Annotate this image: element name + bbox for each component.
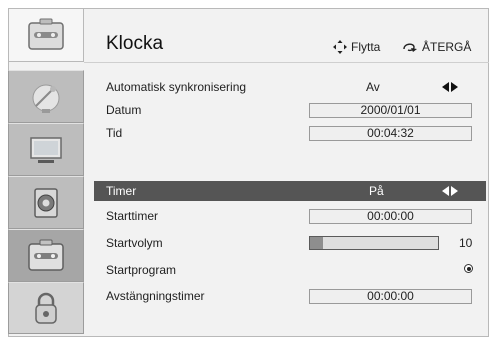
header-divider <box>84 62 489 63</box>
start-volume-slider[interactable] <box>309 236 439 250</box>
start-volume-row[interactable]: Startvolym 10 <box>94 233 486 253</box>
timer-row[interactable]: Timer På <box>94 181 486 201</box>
monitor-icon <box>30 136 62 163</box>
off-timer-label: Avstängningstimer <box>106 289 205 303</box>
off-timer-field[interactable]: 00:00:00 <box>309 289 472 304</box>
start-program-radio[interactable] <box>464 264 473 273</box>
settings-icon <box>28 239 64 271</box>
settings-icon <box>28 18 64 50</box>
sidebar-item-channel[interactable] <box>8 70 84 123</box>
sidebar-item-picture[interactable] <box>8 123 84 176</box>
sidebar-item-settings[interactable] <box>8 229 84 282</box>
date-field: 2000/01/01 <box>309 103 472 118</box>
auto-sync-label: Automatisk synkronisering <box>106 80 247 94</box>
date-row: Datum 2000/01/01 <box>94 100 486 120</box>
move-hint-label: Flytta <box>351 40 381 54</box>
page-title: Klocka <box>106 33 164 54</box>
start-timer-row[interactable]: Starttimer 00:00:00 <box>94 206 486 226</box>
start-volume-label: Startvolym <box>106 236 163 250</box>
sidebar-item-sound[interactable] <box>8 176 84 229</box>
start-timer-label: Starttimer <box>106 209 159 223</box>
auto-sync-value: Av <box>366 80 380 94</box>
start-program-label: Startprogram <box>106 263 177 277</box>
start-volume-fill <box>310 237 323 249</box>
time-field: 00:04:32 <box>309 126 472 141</box>
left-right-arrows-icon[interactable] <box>442 82 458 92</box>
timer-value: På <box>369 184 384 198</box>
start-program-row[interactable]: Startprogram <box>94 260 486 280</box>
satellite-dish-icon <box>32 84 60 113</box>
sidebar <box>8 8 84 337</box>
speaker-icon <box>34 187 58 218</box>
left-right-arrows-icon[interactable] <box>442 186 458 196</box>
start-volume-value: 10 <box>459 236 473 250</box>
off-timer-row[interactable]: Avstängningstimer 00:00:00 <box>94 286 486 306</box>
sidebar-header-settings <box>8 8 84 62</box>
move-hint: Flytta <box>333 40 380 54</box>
back-hint[interactable]: ÅTERGÅ <box>402 40 471 54</box>
back-hint-label: ÅTERGÅ <box>422 40 472 54</box>
auto-sync-row[interactable]: Automatisk synkronisering Av <box>94 77 486 97</box>
sidebar-item-lock[interactable] <box>8 282 84 334</box>
time-label: Tid <box>106 126 123 140</box>
lock-icon <box>35 292 57 324</box>
time-row: Tid 00:04:32 <box>94 123 486 143</box>
return-icon <box>403 43 417 52</box>
timer-label: Timer <box>106 184 137 198</box>
date-label: Datum <box>106 103 142 117</box>
move-arrows-icon <box>333 40 347 54</box>
start-timer-field[interactable]: 00:00:00 <box>309 209 472 224</box>
